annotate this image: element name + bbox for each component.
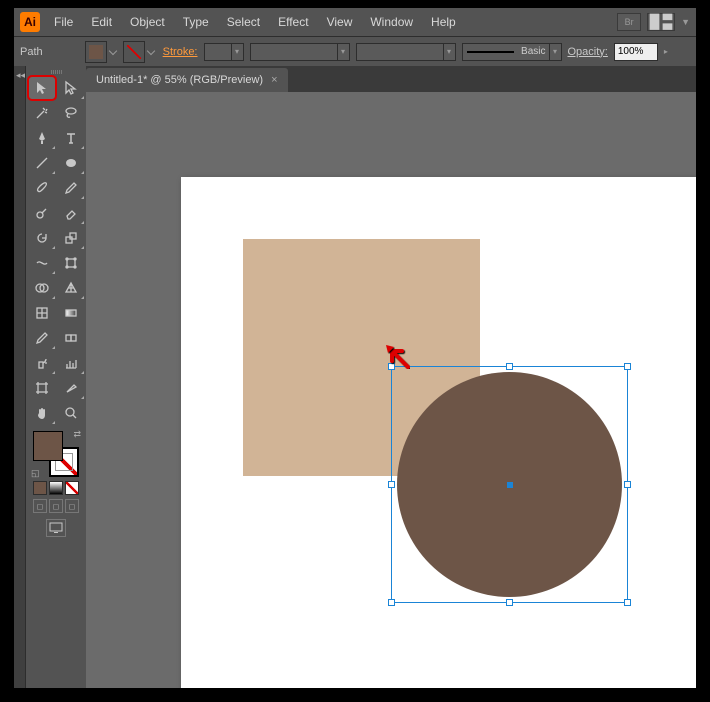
menu-view[interactable]: View <box>319 11 361 33</box>
column-graph-tool[interactable] <box>57 351 85 375</box>
menu-object[interactable]: Object <box>122 11 173 33</box>
bridge-button[interactable]: Br <box>617 13 641 31</box>
swap-colors-icon[interactable]: ⇄ <box>73 429 81 440</box>
selection-center-icon <box>507 482 513 488</box>
app-window: Ai File Edit Object Type Select Effect V… <box>14 8 696 688</box>
color-mode-gradient[interactable] <box>49 481 63 495</box>
annotation-arrow-icon <box>378 337 418 382</box>
document-tab[interactable]: Untitled-1* @ 55% (RGB/Preview) × <box>86 68 288 92</box>
eraser-tool[interactable] <box>57 201 85 225</box>
control-bar: Path Stroke: ▾ ▾ ▾ Basic ▾ Opacity: 100%… <box>14 36 696 66</box>
selection-handle-w[interactable] <box>388 481 395 488</box>
document-tabs: Untitled-1* @ 55% (RGB/Preview) × <box>86 66 696 92</box>
selection-handle-s[interactable] <box>506 599 513 606</box>
fill-color-indicator[interactable] <box>33 431 63 461</box>
blob-brush-tool[interactable] <box>28 201 56 225</box>
titlebar-right: Br ▼ <box>617 13 690 31</box>
app-logo-icon: Ai <box>20 12 40 32</box>
tab-close-button[interactable]: × <box>271 74 277 86</box>
ellipse-tool[interactable] <box>57 151 85 175</box>
lasso-tool[interactable] <box>57 101 85 125</box>
main-menu: File Edit Object Type Select Effect View… <box>46 11 464 33</box>
symbol-sprayer-tool[interactable] <box>28 351 56 375</box>
slice-tool[interactable] <box>57 376 85 400</box>
menu-file[interactable]: File <box>46 11 81 33</box>
selection-handle-sw[interactable] <box>388 599 395 606</box>
stroke-swatch[interactable] <box>123 41 145 63</box>
brush-profile-label: Basic <box>518 46 548 57</box>
direct-selection-tool[interactable] <box>57 76 85 100</box>
color-mode-none[interactable] <box>65 481 79 495</box>
rotate-tool[interactable] <box>28 226 56 250</box>
screen-mode-button[interactable] <box>46 519 66 537</box>
draw-behind-button[interactable]: ◻ <box>49 499 63 513</box>
draw-inside-button[interactable]: ◻ <box>65 499 79 513</box>
type-tool[interactable] <box>57 126 85 150</box>
arrange-docs-button[interactable] <box>647 13 675 31</box>
fill-swatch[interactable] <box>85 41 107 63</box>
selection-handle-se[interactable] <box>624 599 631 606</box>
selection-handle-n[interactable] <box>506 363 513 370</box>
selection-tool[interactable] <box>28 76 56 100</box>
color-mode-row <box>33 481 79 495</box>
titlebar: Ai File Edit Object Type Select Effect V… <box>14 8 696 36</box>
expand-icon: ◂◂ <box>16 70 25 81</box>
zoom-tool[interactable] <box>57 401 85 425</box>
scale-tool[interactable] <box>57 226 85 250</box>
selection-handle-ne[interactable] <box>624 363 631 370</box>
gradient-tool[interactable] <box>57 301 85 325</box>
hand-tool[interactable] <box>28 401 56 425</box>
fill-stroke-swatches <box>85 41 145 63</box>
perspective-grid-tool[interactable] <box>57 276 85 300</box>
chevron-down-icon[interactable]: ▼ <box>681 17 690 27</box>
menu-type[interactable]: Type <box>175 11 217 33</box>
artboard-tool[interactable] <box>28 376 56 400</box>
blend-tool[interactable] <box>57 326 85 350</box>
content-area: ◂◂ <box>14 66 696 688</box>
pencil-tool[interactable] <box>57 176 85 200</box>
toolbox: ⇄ ◱ ◻ ◻ ◻ <box>26 66 86 688</box>
menu-help[interactable]: Help <box>423 11 464 33</box>
document-area: Untitled-1* @ 55% (RGB/Preview) × <box>86 66 696 688</box>
selection-type-label: Path <box>20 46 43 58</box>
color-mode-solid[interactable] <box>33 481 47 495</box>
toolbox-grip[interactable] <box>28 68 84 76</box>
brush-definition-combo[interactable]: ▾ <box>250 43 350 61</box>
menu-edit[interactable]: Edit <box>83 11 120 33</box>
draw-mode-row: ◻ ◻ ◻ <box>33 499 79 513</box>
eyedropper-tool[interactable] <box>28 326 56 350</box>
default-colors-icon[interactable]: ◱ <box>31 468 40 479</box>
menu-window[interactable]: Window <box>362 11 421 33</box>
selection-handle-e[interactable] <box>624 481 631 488</box>
brush-profile-combo[interactable]: Basic ▾ <box>462 43 562 61</box>
menu-effect[interactable]: Effect <box>270 11 316 33</box>
fill-stroke-indicator[interactable]: ⇄ ◱ <box>33 431 79 477</box>
stroke-weight-input[interactable]: ▾ <box>204 43 244 61</box>
shape-builder-tool[interactable] <box>28 276 56 300</box>
opacity-chevron-icon[interactable]: ▸ <box>664 47 676 56</box>
opacity-input[interactable]: 100% <box>614 43 658 61</box>
magic-wand-tool[interactable] <box>28 101 56 125</box>
draw-normal-button[interactable]: ◻ <box>33 499 47 513</box>
line-tool[interactable] <box>28 151 56 175</box>
width-tool[interactable] <box>28 251 56 275</box>
menu-select[interactable]: Select <box>219 11 268 33</box>
tab-title: Untitled-1* @ 55% (RGB/Preview) <box>96 74 263 86</box>
stroke-label[interactable]: Stroke: <box>163 46 198 58</box>
canvas[interactable] <box>86 92 696 688</box>
selection-bounding-box[interactable] <box>391 366 628 603</box>
paintbrush-tool[interactable] <box>28 176 56 200</box>
pen-tool[interactable] <box>28 126 56 150</box>
panel-collapse-column[interactable]: ◂◂ <box>14 66 26 688</box>
variable-width-combo[interactable]: ▾ <box>356 43 456 61</box>
mesh-tool[interactable] <box>28 301 56 325</box>
opacity-label[interactable]: Opacity: <box>568 46 608 58</box>
free-transform-tool[interactable] <box>57 251 85 275</box>
